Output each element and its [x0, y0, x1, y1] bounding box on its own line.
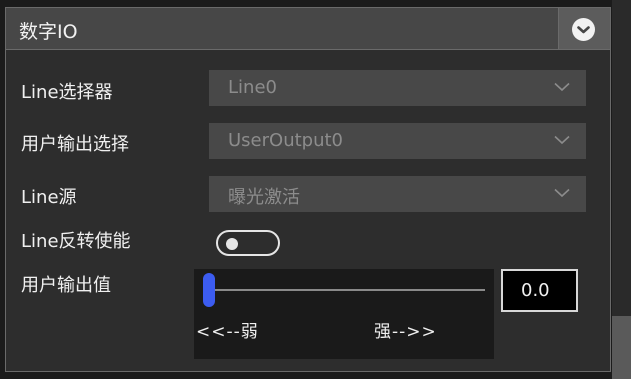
user-output-selector-dropdown[interactable]: UserOutput0 — [209, 123, 586, 159]
chevron-down-icon — [554, 135, 570, 145]
toggle-knob — [226, 238, 238, 250]
digital-io-panel: 数字IO Line选择器 Line0 用户输出选择 UserOutput0 Li… — [5, 7, 611, 372]
line-source-label: Line源 — [21, 187, 77, 208]
window-edge — [612, 0, 631, 379]
chevron-down-icon — [554, 82, 570, 92]
panel-header[interactable]: 数字IO — [6, 8, 610, 50]
user-output-selector-value: UserOutput0 — [228, 130, 344, 151]
slider-track[interactable] — [208, 289, 485, 291]
line-inverter-label: Line反转使能 — [21, 231, 131, 252]
user-output-value-text: 0.0 — [521, 280, 550, 301]
line-inverter-toggle[interactable] — [216, 230, 280, 256]
panel-title: 数字IO — [19, 21, 78, 43]
collapse-button[interactable] — [558, 8, 610, 49]
line-source-dropdown[interactable]: 曝光激活 — [209, 176, 586, 212]
slider-strong-label: 强-->> — [374, 322, 437, 342]
line-selector-label: Line选择器 — [21, 82, 113, 103]
slider-thumb[interactable] — [203, 273, 215, 307]
chevron-down-circle-icon — [572, 18, 595, 41]
user-output-value-input[interactable]: 0.0 — [501, 269, 578, 312]
user-output-value-slider[interactable]: <<--弱 强-->> — [194, 269, 494, 359]
line-selector-dropdown[interactable]: Line0 — [209, 70, 586, 106]
line-source-value: 曝光激活 — [228, 187, 300, 208]
user-output-value-label: 用户输出值 — [21, 275, 111, 296]
chevron-down-icon — [554, 188, 570, 198]
slider-weak-label: <<--弱 — [196, 322, 259, 342]
line-selector-value: Line0 — [228, 77, 277, 98]
window-edge-top — [612, 0, 631, 316]
user-output-selector-label: 用户输出选择 — [21, 134, 129, 155]
